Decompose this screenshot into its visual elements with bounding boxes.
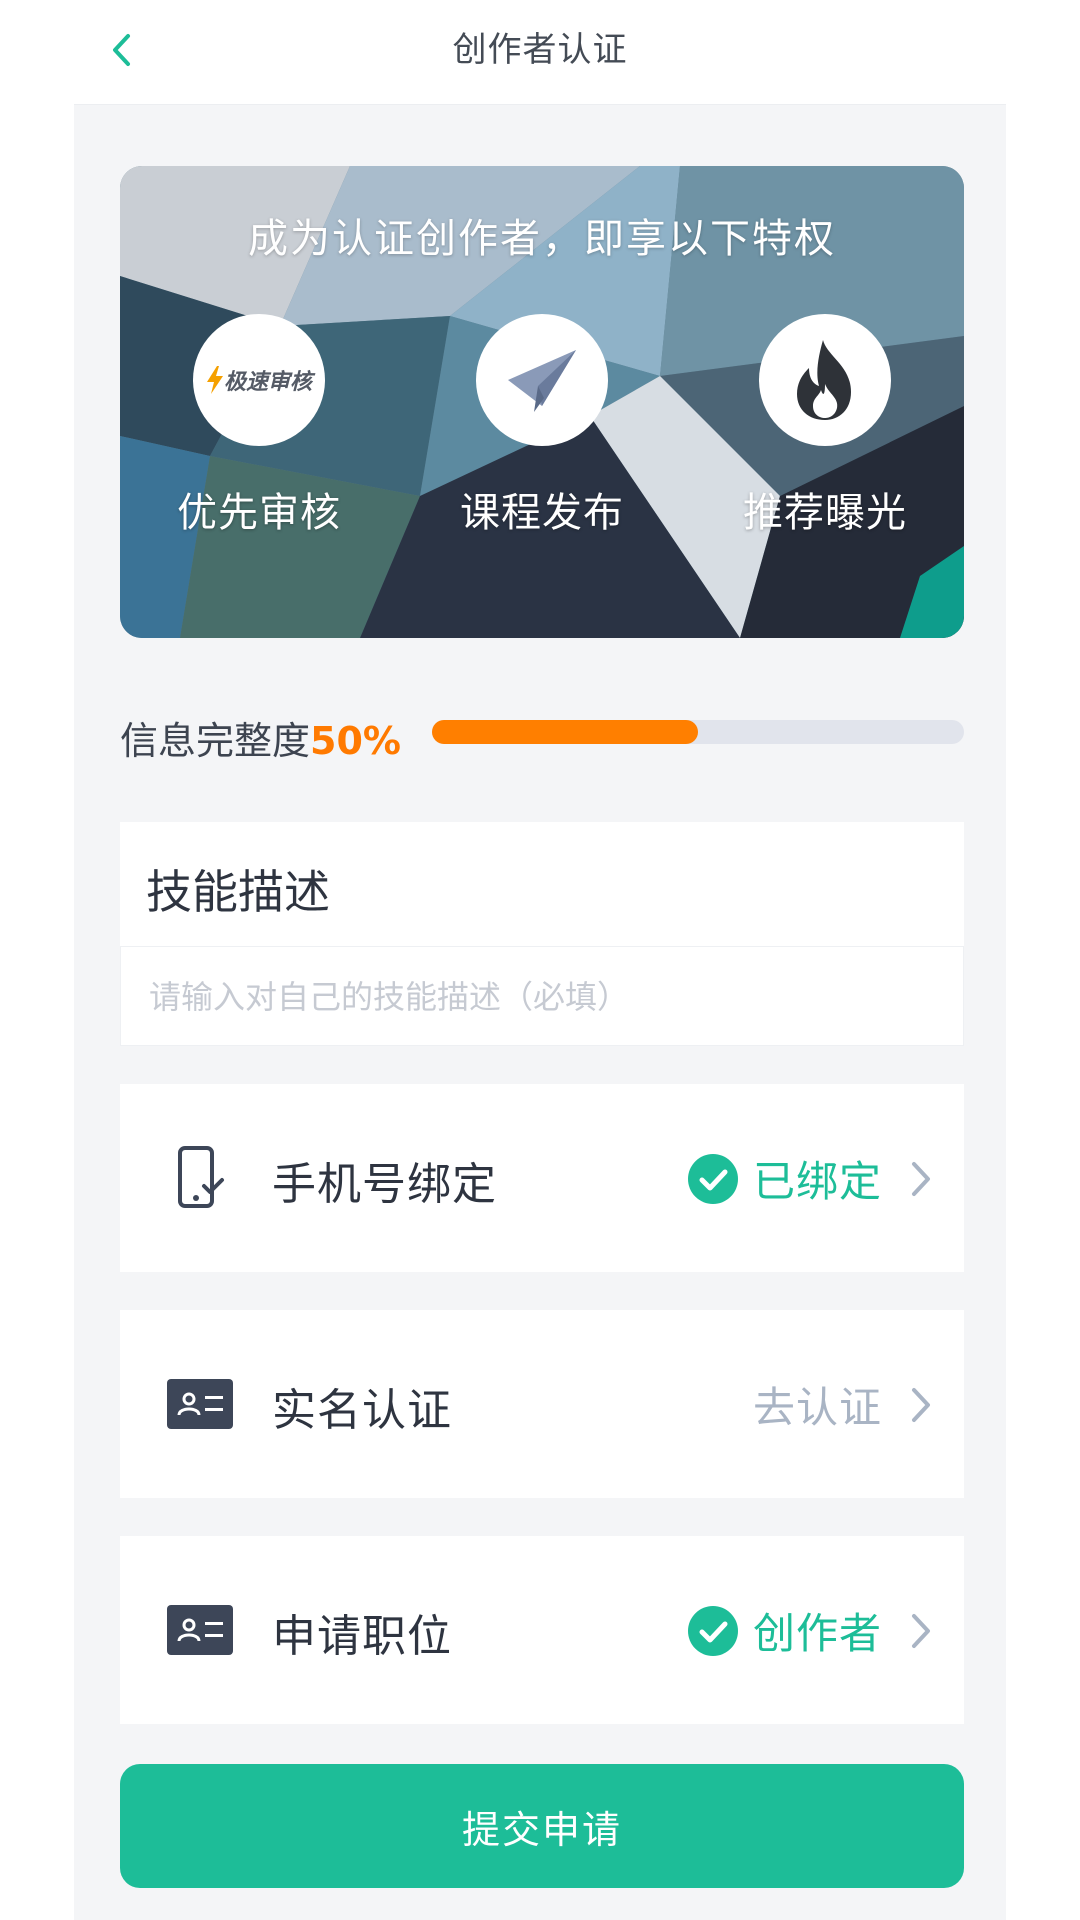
row-label: 实名认证: [272, 1385, 452, 1436]
row-status: 去认证: [752, 1383, 882, 1432]
skill-description-field[interactable]: [120, 946, 964, 1046]
skill-section-title: 技能描述: [146, 865, 330, 919]
row-real-name-verification[interactable]: 实名认证 去认证: [120, 1310, 964, 1498]
page-title: 创作者认证: [452, 30, 628, 70]
id-card-icon: [166, 1598, 234, 1662]
navigation-bar: 创作者认证: [74, 0, 1006, 105]
privileges-banner: 成为认证创作者，即享以下特权 极速审核 优先审核 课程发布 推荐曝光: [120, 166, 964, 638]
row-status: 创作者: [752, 1609, 882, 1658]
banner-headline: 成为认证创作者，即享以下特权: [248, 216, 836, 262]
progress-fill: [432, 720, 698, 744]
perk-priority-review: 极速审核 优先审核: [164, 314, 354, 538]
check-circle-icon: [688, 1606, 738, 1656]
app-frame: 创作者认证 成为认证创作者，即享以下特权 极速审核 优先审核 课程发布 推荐曝光…: [74, 0, 1006, 1920]
progress-label-text: 信息完整度: [120, 719, 311, 763]
id-card-icon: [166, 1372, 234, 1436]
skill-section-header: 技能描述: [120, 822, 964, 946]
chevron-right-icon: [912, 1162, 930, 1196]
row-status: 已绑定: [752, 1157, 882, 1206]
fast-review-badge-text: 极速审核: [223, 370, 312, 395]
perk-icon-circle: [759, 314, 891, 446]
perk-icon-circle: 极速审核: [193, 314, 325, 446]
perk-course-publish: 课程发布: [447, 314, 637, 538]
perk-label: 推荐曝光: [743, 490, 907, 536]
submit-application-button[interactable]: 提交申请: [120, 1764, 964, 1888]
progress-label: 信息完整度50%: [120, 710, 401, 765]
row-apply-position[interactable]: 申请职位 创作者: [120, 1536, 964, 1724]
paper-plane-icon: [508, 350, 576, 412]
progress-track: [432, 720, 964, 744]
perk-icon-circle: [476, 314, 608, 446]
phone-check-icon: [166, 1146, 234, 1210]
flame-icon: [797, 340, 851, 420]
skill-description-input[interactable]: [147, 973, 931, 1021]
fast-review-badge: 极速审核: [206, 364, 312, 396]
chevron-right-icon: [912, 1614, 930, 1648]
chevron-right-icon: [912, 1388, 930, 1422]
row-phone-binding[interactable]: 手机号绑定 已绑定: [120, 1084, 964, 1272]
row-label: 手机号绑定: [272, 1159, 497, 1210]
progress-percent: 50%: [310, 719, 401, 763]
perk-label: 课程发布: [460, 490, 624, 536]
perk-recommend-exposure: 推荐曝光: [730, 314, 920, 538]
check-circle-icon: [688, 1154, 738, 1204]
row-label: 申请职位: [272, 1611, 452, 1662]
completion-progress: 信息完整度50%: [120, 706, 964, 763]
perk-label: 优先审核: [177, 490, 341, 536]
lightning-icon: [206, 366, 223, 394]
